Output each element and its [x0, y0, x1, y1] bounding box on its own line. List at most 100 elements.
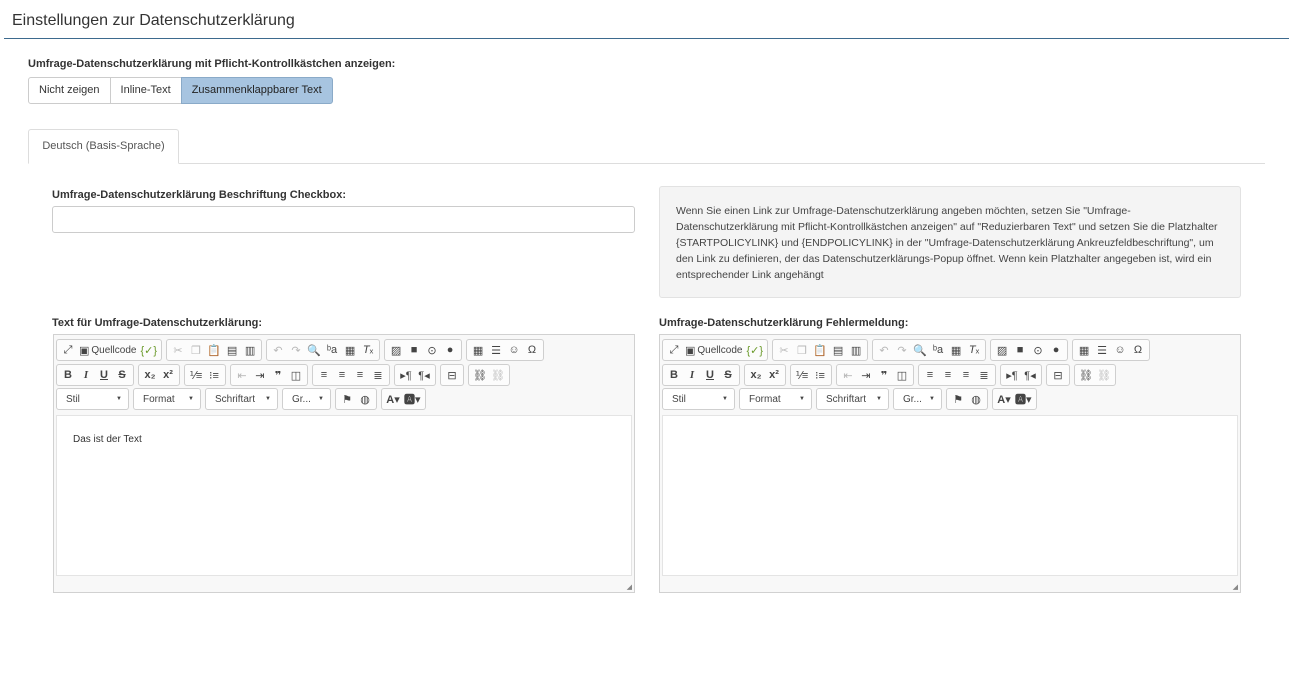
option-inline-text-button[interactable]: Inline-Text	[109, 77, 182, 104]
tab-deutsch[interactable]: Deutsch (Basis-Sprache)	[28, 129, 179, 164]
rtl-icon[interactable]: ¶◂	[1021, 366, 1039, 384]
size-select[interactable]: Gr... ▼	[282, 388, 331, 410]
placeholder-icon[interactable]: {✓}	[744, 341, 765, 359]
subscript-icon[interactable]: x₂	[747, 366, 765, 384]
style-select[interactable]: Stil ▼	[56, 388, 129, 410]
bold-icon[interactable]: B	[665, 366, 683, 384]
background-color-icon[interactable]: 🅰▾	[402, 390, 423, 408]
paste-text-icon[interactable]: ▤	[223, 341, 241, 359]
font-select[interactable]: Schriftart ▼	[205, 388, 278, 410]
div-container-icon[interactable]: ◫	[287, 366, 305, 384]
remove-format-icon[interactable]: Tₓ	[965, 341, 983, 359]
text-color-icon[interactable]: A▾	[384, 390, 402, 408]
horizontal-line-icon[interactable]: ☰	[1093, 341, 1111, 359]
ltr-icon[interactable]: ▸¶	[1003, 366, 1021, 384]
align-justify-icon[interactable]: ≣	[975, 366, 993, 384]
replace-icon[interactable]: ᵇa	[929, 341, 947, 359]
superscript-icon[interactable]: x²	[159, 366, 177, 384]
link-icon[interactable]: ⛓	[471, 366, 489, 384]
redo-icon[interactable]: ↷	[287, 341, 305, 359]
link-icon[interactable]: ⛓	[1077, 366, 1095, 384]
unlink-icon[interactable]: ⛓	[489, 366, 507, 384]
bold-icon[interactable]: B	[59, 366, 77, 384]
policy-text-content[interactable]: Das ist der Text	[56, 415, 632, 576]
checkbox-caption-input[interactable]	[52, 206, 635, 233]
unlink-icon[interactable]: ⛓	[1095, 366, 1113, 384]
rtl-icon[interactable]: ¶◂	[415, 366, 433, 384]
numbered-list-icon[interactable]: ⅟≡	[187, 366, 205, 384]
horizontal-line-icon[interactable]: ☰	[487, 341, 505, 359]
indent-icon[interactable]: ⇥	[251, 366, 269, 384]
page-break-icon[interactable]: ⊟	[443, 366, 461, 384]
align-center-icon[interactable]: ≡	[333, 366, 351, 384]
indent-icon[interactable]: ⇥	[857, 366, 875, 384]
underline-icon[interactable]: U	[701, 366, 719, 384]
font-select[interactable]: Schriftart ▼	[816, 388, 889, 410]
replace-icon[interactable]: ᵇa	[323, 341, 341, 359]
video-icon[interactable]: ■	[405, 341, 423, 359]
paste-text-icon[interactable]: ▤	[829, 341, 847, 359]
strike-icon[interactable]: S	[113, 366, 131, 384]
italic-icon[interactable]: I	[683, 366, 701, 384]
underline-icon[interactable]: U	[95, 366, 113, 384]
blockquote-icon[interactable]: ❞	[875, 366, 893, 384]
maximize-icon[interactable]: ⤢	[665, 341, 683, 359]
resize-grip-icon[interactable]: ◢	[1233, 583, 1238, 591]
redo-icon[interactable]: ↷	[893, 341, 911, 359]
italic-icon[interactable]: I	[77, 366, 95, 384]
background-color-icon[interactable]: 🅰▾	[1013, 390, 1034, 408]
outdent-icon[interactable]: ⇤	[839, 366, 857, 384]
select-all-icon[interactable]: ▦	[341, 341, 359, 359]
select-all-icon[interactable]: ▦	[947, 341, 965, 359]
align-left-icon[interactable]: ≡	[921, 366, 939, 384]
strike-icon[interactable]: S	[719, 366, 737, 384]
flag-icon[interactable]: ⚑	[949, 390, 967, 408]
find-icon[interactable]: 🔍	[911, 341, 929, 359]
language-icon[interactable]: ◍	[356, 390, 374, 408]
copy-icon[interactable]: ❐	[793, 341, 811, 359]
cut-icon[interactable]: ✂	[775, 341, 793, 359]
numbered-list-icon[interactable]: ⅟≡	[793, 366, 811, 384]
image-icon[interactable]: ▨	[387, 341, 405, 359]
play-icon[interactable]: ⊙	[1029, 341, 1047, 359]
remove-format-icon[interactable]: Tₓ	[359, 341, 377, 359]
style-select[interactable]: Stil ▼	[662, 388, 735, 410]
div-container-icon[interactable]: ◫	[893, 366, 911, 384]
bulleted-list-icon[interactable]: ⁝≡	[811, 366, 829, 384]
smiley-icon[interactable]: ☺	[1111, 341, 1129, 359]
blockquote-icon[interactable]: ❞	[269, 366, 287, 384]
flash-icon[interactable]: ●	[441, 341, 459, 359]
format-select[interactable]: Format ▼	[133, 388, 201, 410]
cut-icon[interactable]: ✂	[169, 341, 187, 359]
align-right-icon[interactable]: ≡	[351, 366, 369, 384]
smiley-icon[interactable]: ☺	[505, 341, 523, 359]
subscript-icon[interactable]: x₂	[141, 366, 159, 384]
paste-word-icon[interactable]: ▥	[241, 341, 259, 359]
play-icon[interactable]: ⊙	[423, 341, 441, 359]
paste-icon[interactable]: 📋	[811, 341, 829, 359]
align-justify-icon[interactable]: ≣	[369, 366, 387, 384]
source-button[interactable]: ▣ Quellcode	[77, 341, 138, 359]
placeholder-icon[interactable]: {✓}	[138, 341, 159, 359]
special-char-icon[interactable]: Ω	[1129, 341, 1147, 359]
image-icon[interactable]: ▨	[993, 341, 1011, 359]
source-button[interactable]: ▣ Quellcode	[683, 341, 744, 359]
size-select[interactable]: Gr... ▼	[893, 388, 942, 410]
table-icon[interactable]: ▦	[1075, 341, 1093, 359]
option-collapsible-text-button[interactable]: Zusammenklappbarer Text	[180, 77, 333, 104]
option-nicht-zeigen-button[interactable]: Nicht zeigen	[28, 77, 111, 104]
align-left-icon[interactable]: ≡	[315, 366, 333, 384]
video-icon[interactable]: ■	[1011, 341, 1029, 359]
align-center-icon[interactable]: ≡	[939, 366, 957, 384]
copy-icon[interactable]: ❐	[187, 341, 205, 359]
ltr-icon[interactable]: ▸¶	[397, 366, 415, 384]
paste-icon[interactable]: 📋	[205, 341, 223, 359]
align-right-icon[interactable]: ≡	[957, 366, 975, 384]
format-select[interactable]: Format ▼	[739, 388, 812, 410]
find-icon[interactable]: 🔍	[305, 341, 323, 359]
page-break-icon[interactable]: ⊟	[1049, 366, 1067, 384]
undo-icon[interactable]: ↶	[269, 341, 287, 359]
flash-icon[interactable]: ●	[1047, 341, 1065, 359]
language-icon[interactable]: ◍	[967, 390, 985, 408]
error-message-content[interactable]	[662, 415, 1238, 576]
